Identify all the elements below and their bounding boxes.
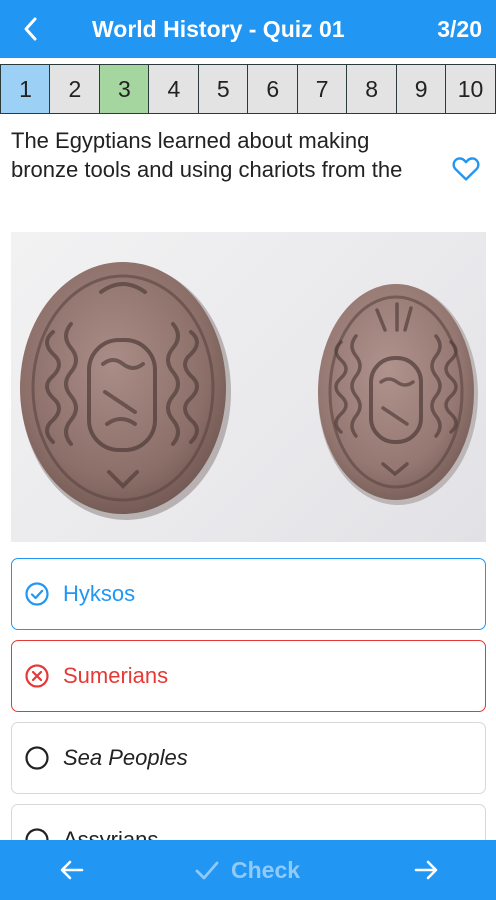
scarab-seals-image — [20, 262, 478, 520]
quiz-title: World History - Quiz 01 — [92, 16, 345, 42]
heart-outline-icon — [452, 157, 480, 181]
bottom-action-bar: Check — [0, 840, 496, 900]
question-text: The Egyptians learned about making bronz… — [11, 128, 403, 182]
radio-empty-icon — [25, 746, 49, 770]
x-circle-icon — [25, 664, 49, 688]
question-image — [11, 232, 486, 542]
question-nav-item[interactable]: 1 — [0, 64, 51, 114]
question-nav-item[interactable]: 3 — [98, 64, 150, 114]
answer-option-label: Sea Peoples — [63, 745, 188, 770]
question-nav-item[interactable]: 4 — [148, 64, 200, 114]
question-nav-item[interactable]: 6 — [247, 64, 299, 114]
check-button-label: Check — [231, 856, 301, 883]
answer-option-label: Hyksos — [63, 581, 136, 606]
answer-option-label: Sumerians — [63, 663, 169, 688]
app-bar: World History - Quiz 01 3/20 — [0, 0, 496, 58]
question-nav-item[interactable]: 9 — [395, 64, 447, 114]
chevron-left-icon — [24, 17, 37, 41]
question-nav-item[interactable]: 2 — [49, 64, 101, 114]
check-answer-button[interactable]: Check — [193, 854, 300, 886]
checkmark-icon — [195, 861, 219, 880]
question-nav-item[interactable]: 8 — [346, 64, 398, 114]
answer-option[interactable]: Sea Peoples — [11, 722, 486, 794]
next-question-button[interactable] — [410, 854, 442, 886]
question-progress: 3/20 — [437, 16, 482, 42]
favorite-button[interactable] — [450, 152, 482, 184]
question-navigator: 1 2 3 4 5 6 7 8 9 10 — [0, 64, 496, 114]
question-nav-item[interactable]: 10 — [445, 64, 496, 114]
question-nav-item[interactable]: 5 — [197, 64, 249, 114]
check-circle-icon — [25, 582, 49, 606]
back-button[interactable] — [14, 12, 48, 46]
previous-question-button[interactable] — [56, 854, 88, 886]
answer-option[interactable]: Sumerians — [11, 640, 486, 712]
arrow-left-icon — [60, 860, 84, 880]
question-nav-item[interactable]: 7 — [296, 64, 348, 114]
answer-option[interactable]: Hyksos — [11, 558, 486, 630]
arrow-right-icon — [414, 860, 438, 880]
